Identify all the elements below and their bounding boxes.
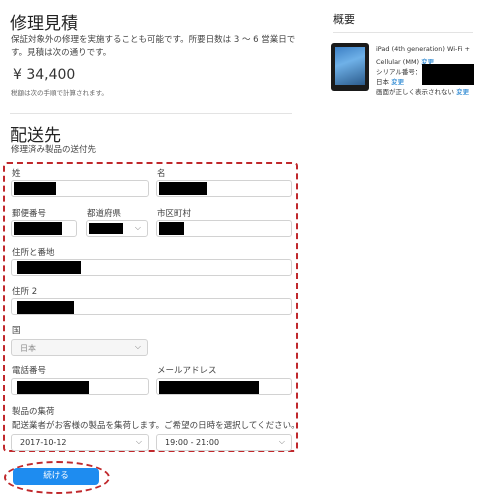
email-label: メールアドレス xyxy=(157,366,217,376)
tax-note: 税額は次の手順で計算されます。 xyxy=(11,89,108,97)
quote-price: ¥ 34,400 xyxy=(13,67,76,83)
pickup-date-select[interactable]: 2017-10-12 ⌵ xyxy=(11,434,149,451)
summary-divider xyxy=(333,32,473,33)
country-value: 日本 xyxy=(20,344,36,353)
address2-label: 住所 2 xyxy=(12,287,38,297)
redacted-city xyxy=(159,222,184,235)
serial-label: シリアル番号： xyxy=(376,68,422,76)
redacted-address1 xyxy=(17,261,81,274)
pickup-date-value: 2017-10-12 xyxy=(20,438,67,447)
redacted-first-name xyxy=(159,182,207,195)
redacted-email xyxy=(159,381,259,394)
country-select[interactable]: 日本 ⌵ xyxy=(11,339,148,356)
prefecture-label: 都道府県 xyxy=(87,209,122,219)
issue-row: 画面が正しく表示されない 変更 xyxy=(376,86,469,96)
redacted-prefecture xyxy=(89,223,123,234)
pickup-time-value: 19:00 - 21:00 xyxy=(165,438,220,447)
issue-change-link[interactable]: 変更 xyxy=(456,88,469,96)
ipad-image xyxy=(331,43,369,91)
redacted-address2 xyxy=(17,301,74,314)
shipping-title: 配送先 xyxy=(10,126,61,146)
screen-issue: 画面が正しく表示されない xyxy=(376,88,454,96)
redacted-postal xyxy=(14,222,62,235)
chevron-down-icon: ⌵ xyxy=(278,437,285,446)
shipping-subtitle: 修理済み製品の送付先 xyxy=(11,145,97,155)
product-name-line2: Cellular (MM) xyxy=(376,58,420,66)
chevron-down-icon: ⌵ xyxy=(134,223,141,232)
country-label: 国 xyxy=(12,326,21,336)
redacted-country-detail xyxy=(422,75,474,85)
summary-title: 概要 xyxy=(333,13,355,26)
country-row: 日本 変更 xyxy=(376,76,404,86)
quote-title: 修理見積 xyxy=(10,14,78,34)
quote-description-line2: す。見積は次の通りです。 xyxy=(11,48,112,58)
summary-country: 日本 xyxy=(376,78,389,86)
country-change-link[interactable]: 変更 xyxy=(391,78,404,86)
city-label: 市区町村 xyxy=(157,209,192,219)
quote-description-line1: 保証対象外の修理を実施することも可能です。所要日数は 3 ～ 6 営業日で xyxy=(11,35,296,45)
postal-label: 郵便番号 xyxy=(12,209,47,219)
section-divider xyxy=(10,113,292,114)
pickup-time-select[interactable]: 19:00 - 21:00 ⌵ xyxy=(156,434,292,451)
product-name-line1: iPad (4th generation) Wi-Fi + xyxy=(376,45,470,53)
address1-label: 住所と番地 xyxy=(12,248,55,258)
redacted-last-name xyxy=(14,182,56,195)
pickup-title: 製品の集荷 xyxy=(12,407,55,417)
chevron-down-icon: ⌵ xyxy=(135,437,142,446)
first-name-label: 名 xyxy=(157,169,166,179)
pickup-description: 配送業者がお客様の製品を集荷します。ご希望の日時を選択してください。 xyxy=(12,421,300,431)
phone-label: 電話番号 xyxy=(12,366,47,376)
redacted-phone xyxy=(17,381,89,394)
continue-button[interactable]: 続ける xyxy=(13,468,99,485)
chevron-down-icon: ⌵ xyxy=(134,342,141,351)
last-name-label: 姓 xyxy=(12,169,21,179)
redacted-serial xyxy=(422,64,474,75)
